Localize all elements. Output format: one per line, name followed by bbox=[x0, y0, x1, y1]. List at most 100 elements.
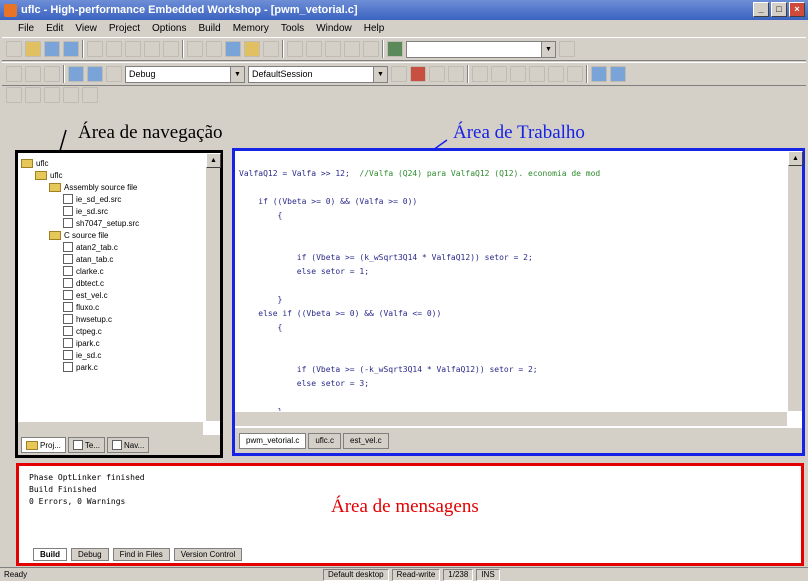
menu-project[interactable]: Project bbox=[109, 23, 140, 34]
tree-item[interactable]: sh7047_setup.src bbox=[21, 217, 200, 229]
tree-item[interactable]: Assembly source file bbox=[21, 181, 200, 193]
menu-memory[interactable]: Memory bbox=[233, 23, 269, 34]
project-tree[interactable]: uflc uflc Assembly source file ie_sd_ed.src… bbox=[18, 153, 203, 421]
menu-tools[interactable]: Tools bbox=[281, 23, 304, 34]
scroll-up-icon[interactable]: ▲ bbox=[788, 151, 803, 166]
find-next-icon[interactable] bbox=[559, 41, 575, 57]
tree-item[interactable]: ipark.c bbox=[21, 337, 200, 349]
code-line: if (Vbeta >= (-k_wSqrt3Q14 * ValfaQ12)) … bbox=[239, 363, 787, 377]
close-button[interactable]: × bbox=[789, 2, 805, 17]
tab-uflc[interactable]: uflc.c bbox=[308, 432, 342, 449]
redo-icon[interactable] bbox=[163, 41, 179, 57]
scroll-up-icon[interactable]: ▲ bbox=[206, 153, 221, 168]
menu-build[interactable]: Build bbox=[198, 23, 220, 34]
save-all-icon[interactable] bbox=[63, 41, 79, 57]
toolbar-icon[interactable] bbox=[82, 87, 98, 103]
bookmark-next-icon[interactable] bbox=[306, 41, 322, 57]
tab-est-vel[interactable]: est_vel.c bbox=[343, 432, 389, 449]
save-icon[interactable] bbox=[44, 41, 60, 57]
tree-item[interactable]: uflc bbox=[21, 169, 200, 181]
window-icon[interactable] bbox=[225, 41, 241, 57]
tree-item[interactable]: atan2_tab.c bbox=[21, 241, 200, 253]
tab-build[interactable]: Build bbox=[33, 547, 67, 561]
build-all-icon[interactable] bbox=[25, 66, 41, 82]
memory-icon[interactable] bbox=[567, 66, 583, 82]
tree-item[interactable]: park.c bbox=[21, 361, 200, 373]
tree-item[interactable]: ie_sd_ed.src bbox=[21, 193, 200, 205]
navigation-horizontal-scrollbar[interactable] bbox=[18, 421, 203, 435]
build-icon[interactable] bbox=[387, 41, 403, 57]
tree-item[interactable]: uflc bbox=[21, 157, 200, 169]
registers-icon[interactable] bbox=[548, 66, 564, 82]
menu-edit[interactable]: Edit bbox=[46, 23, 63, 34]
session-select[interactable]: DefaultSession ▼ bbox=[248, 65, 388, 83]
build-config-select[interactable]: Debug ▼ bbox=[125, 65, 245, 83]
minimize-button[interactable]: _ bbox=[753, 2, 769, 17]
tab-projects[interactable]: Proj... bbox=[21, 437, 66, 453]
bookmark-icon[interactable] bbox=[287, 41, 303, 57]
tree-item[interactable]: est_vel.c bbox=[21, 289, 200, 301]
toolbar-icon[interactable] bbox=[6, 87, 22, 103]
tree-item[interactable]: fluxo.c bbox=[21, 301, 200, 313]
stop-build-icon[interactable] bbox=[44, 66, 60, 82]
tree-item[interactable]: ctpeg.c bbox=[21, 325, 200, 337]
locals-icon[interactable] bbox=[610, 66, 626, 82]
output-icon[interactable] bbox=[263, 41, 279, 57]
tree-item[interactable]: atan_tab.c bbox=[21, 253, 200, 265]
tab-debug[interactable]: Debug bbox=[71, 547, 109, 561]
download-icon[interactable] bbox=[87, 66, 103, 82]
tab-find-in-files[interactable]: Find in Files bbox=[112, 547, 170, 561]
watch-icon[interactable] bbox=[591, 66, 607, 82]
code-editor[interactable]: ValfaQ12 = Valfa >> 12; //Valfa (Q24) pa… bbox=[239, 167, 787, 411]
menu-file[interactable]: File bbox=[18, 23, 34, 34]
maximize-button[interactable]: □ bbox=[771, 2, 787, 17]
tree-item[interactable]: hwsetup.c bbox=[21, 313, 200, 325]
step-icon[interactable] bbox=[448, 66, 464, 82]
tab-pwm-vetorial[interactable]: pwm_vetorial.c bbox=[239, 432, 307, 449]
menu-window[interactable]: Window bbox=[316, 23, 352, 34]
halt-icon[interactable] bbox=[529, 66, 545, 82]
tree-item[interactable]: clarke.c bbox=[21, 265, 200, 277]
tab-navigation[interactable]: Nav... bbox=[107, 437, 150, 453]
cut-icon[interactable] bbox=[87, 41, 103, 57]
search-combo[interactable]: ▼ bbox=[406, 40, 556, 58]
tab-version-control[interactable]: Version Control bbox=[173, 547, 243, 561]
tree-item[interactable]: C source file bbox=[21, 229, 200, 241]
toolbar-icon[interactable] bbox=[63, 87, 79, 103]
open-file-icon[interactable] bbox=[25, 41, 41, 57]
editor-vertical-scrollbar[interactable]: ▲ bbox=[787, 151, 803, 411]
new-file-icon[interactable] bbox=[6, 41, 22, 57]
outdent-icon[interactable] bbox=[363, 41, 379, 57]
menu-options[interactable]: Options bbox=[152, 23, 186, 34]
workspace-icon[interactable] bbox=[244, 41, 260, 57]
find-icon[interactable] bbox=[187, 41, 203, 57]
copy-icon[interactable] bbox=[106, 41, 122, 57]
menu-help[interactable]: Help bbox=[364, 23, 385, 34]
tree-item[interactable]: ie_sd.c bbox=[21, 349, 200, 361]
bookmark-prev-icon[interactable] bbox=[325, 41, 341, 57]
undo-icon[interactable] bbox=[144, 41, 160, 57]
editor-horizontal-scrollbar[interactable] bbox=[235, 411, 787, 426]
find-in-files-icon[interactable] bbox=[206, 41, 222, 57]
step-in-icon[interactable] bbox=[472, 66, 488, 82]
step-out-icon[interactable] bbox=[510, 66, 526, 82]
toolbar-icon[interactable] bbox=[44, 87, 60, 103]
connect-icon[interactable] bbox=[68, 66, 84, 82]
breakpoint-icon[interactable] bbox=[410, 66, 426, 82]
reset-icon[interactable] bbox=[429, 66, 445, 82]
paste-icon[interactable] bbox=[125, 41, 141, 57]
tab-templates[interactable]: Te... bbox=[67, 437, 106, 453]
messages-panel: Phase OptLinker finished Build Finished 0 … bbox=[16, 463, 804, 566]
toolbar-icon[interactable] bbox=[25, 87, 41, 103]
menu-view[interactable]: View bbox=[75, 23, 97, 34]
tree-item[interactable]: dbtect.c bbox=[21, 277, 200, 289]
go-icon[interactable] bbox=[391, 66, 407, 82]
file-icon bbox=[63, 278, 73, 288]
step-over-icon[interactable] bbox=[491, 66, 507, 82]
tree-item[interactable]: ie_sd.src bbox=[21, 205, 200, 217]
debug-toolbar: Debug ▼ DefaultSession ▼ bbox=[2, 62, 806, 86]
navigation-vertical-scrollbar[interactable]: ▲ bbox=[205, 153, 221, 421]
compile-icon[interactable] bbox=[6, 66, 22, 82]
indent-icon[interactable] bbox=[344, 41, 360, 57]
settings-icon[interactable] bbox=[106, 66, 122, 82]
